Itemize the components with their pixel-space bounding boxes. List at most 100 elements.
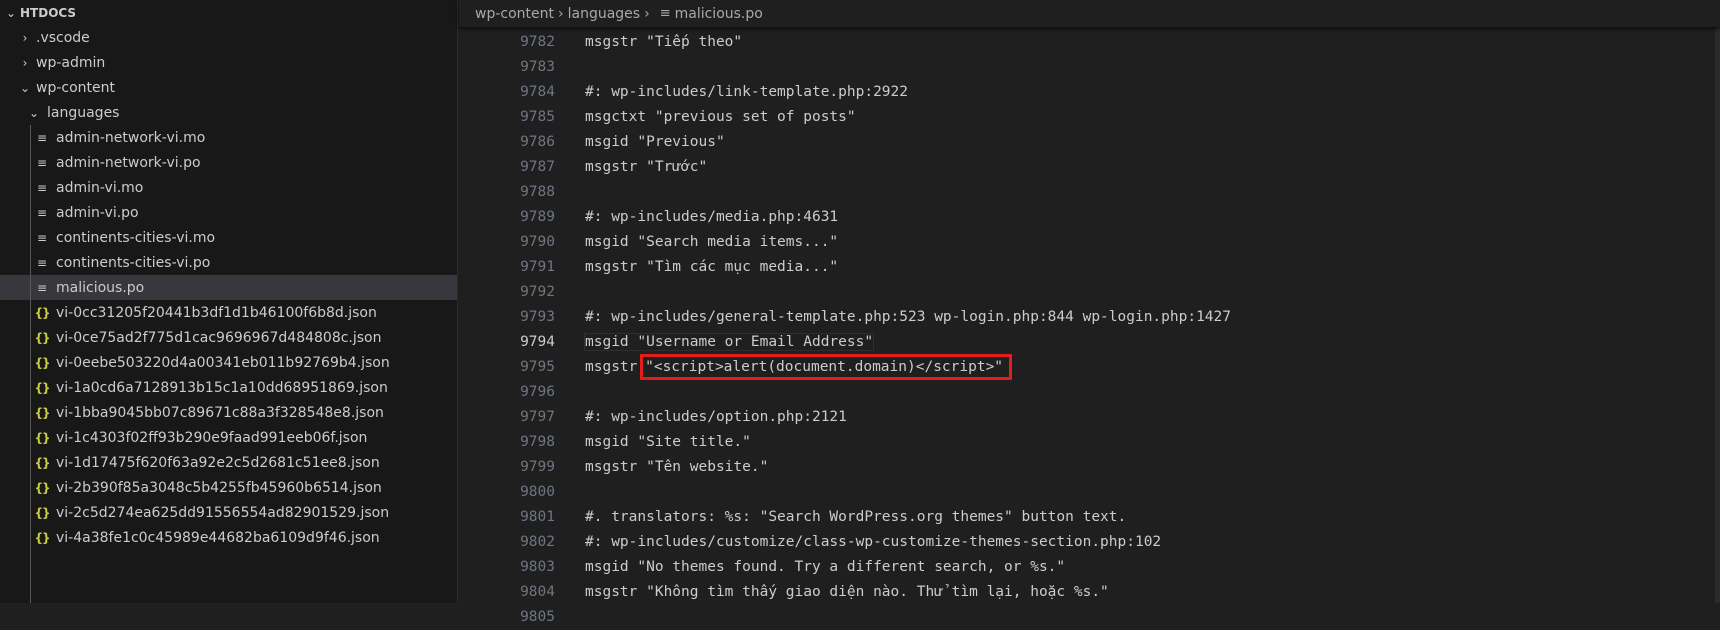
line-text: msgstr "Không tìm thấy giao diện nào. Th… [585,584,1109,600]
file-item[interactable]: {} vi-0eebe503220d4a00341eb011b92769b4.js… [0,350,457,375]
explorer-sidebar: ⌄ HTDOCS › .vscode › wp-admin ⌄ wp-conte… [0,0,458,603]
code-line: 9797 #: wp-includes/option.php:2121 [459,405,1715,430]
file-label: vi-0cc31205f20441b3df1d1b46100f6b8d.json [56,304,377,321]
file-item[interactable]: {} vi-1bba9045bb07c89671c88a3f328548e8.js… [0,400,457,425]
code-text: msgstr "Tên website." [585,459,769,475]
json-icon: {} [34,330,50,345]
editor-scrollbar[interactable] [1715,27,1720,603]
code-line: 9805 [459,605,1715,630]
code-line: 9789 #: wp-includes/media.php:4631 [459,205,1715,230]
line-number: 9793 [520,309,555,325]
line-number: 9805 [520,609,555,625]
line-text: #. translators: %s: "Search WordPress.or… [585,509,1126,525]
lines-icon: ≡ [36,230,48,245]
code-text: #: wp-includes/media.php:4631 [585,209,839,225]
code-text: msgid "Username or Email Address" [585,334,874,350]
code-editor[interactable]: 9782 msgstr "Tiếp theo" 9783 9784 #: wp-incl… [459,30,1715,625]
code-line: 9794 msgid "Username or Email Address" [459,330,1715,355]
highlighted-payload: "<script>alert(document.domain)</script>… [640,354,1013,380]
code-line: 9803 msgid "No themes found. Try a differ… [459,555,1715,580]
folder-wp-content[interactable]: ⌄ wp-content [0,75,457,100]
breadcrumb-item[interactable]: malicious.po [675,6,763,22]
breadcrumb: wp-content › languages › ≡ malicious.po [459,0,1720,27]
line-text: msgid "Username or Email Address" [583,333,875,351]
file-label: vi-2c5d274ea625dd91556554ad82901529.json [56,504,390,521]
root-label: HTDOCS [20,5,77,20]
code-line: 9787 msgstr "Trước" [459,155,1715,180]
file-item[interactable]: ≡ continents-cities-vi.mo [0,225,457,250]
code-line: 9799 msgstr "Tên website." [459,455,1715,480]
code-line: 9802 #: wp-includes/customize/class-wp-cu… [459,530,1715,555]
file-item[interactable]: ≡ admin-vi.po [0,200,457,225]
file-label: continents-cities-vi.mo [56,229,216,246]
breadcrumb-item[interactable]: languages [568,6,640,22]
line-number: 9787 [520,159,555,175]
folder-label: .vscode [36,29,90,46]
file-label: admin-vi.po [56,204,139,221]
folder-label: wp-admin [36,54,106,71]
file-item[interactable]: {} vi-2c5d274ea625dd91556554ad82901529.js… [0,500,457,525]
lines-icon: ≡ [36,130,48,145]
line-number: 9797 [520,409,555,425]
line-text: msgid "Site title." [585,434,751,450]
file-item[interactable]: {} vi-1c4303f02ff93b290e9faad991eeb06f.js… [0,425,457,450]
code-text: msgid "Site title." [585,434,751,450]
code-text: #. translators: %s: "Search WordPress.or… [585,509,1127,525]
file-label: vi-1d17475f620f63a92e2c5d2681c51ee8.json [56,454,380,471]
code-line: 9782 msgstr "Tiếp theo" [459,30,1715,55]
file-item[interactable]: {} vi-1a0cd6a7128913b15c1a10dd68951869.js… [0,375,457,400]
line-text: #: wp-includes/media.php:4631 [585,209,838,225]
json-icon: {} [34,480,50,495]
code-line: 9800 [459,480,1715,505]
code-text: #: wp-includes/option.php:2121 [585,409,847,425]
json-icon: {} [34,530,50,545]
chevron-right-icon: › [22,55,28,70]
file-label: admin-vi.mo [56,179,144,196]
line-text: msgid "Search media items..." [585,234,838,250]
chevron-down-icon: ⌄ [19,80,31,95]
json-icon: {} [34,430,50,445]
explorer-root-header[interactable]: ⌄ HTDOCS [0,0,457,25]
line-number: 9795 [520,359,555,375]
file-label: vi-0eebe503220d4a00341eb011b92769b4.json [56,354,390,371]
file-item[interactable]: {} vi-0ce75ad2f775d1cac9696967d484808c.js… [0,325,457,350]
folder-label: wp-content [36,79,115,96]
file-label: vi-1c4303f02ff93b290e9faad991eeb06f.json [56,429,368,446]
code-line: 9804 msgstr "Không tìm thấy giao diện nào… [459,580,1715,605]
file-item[interactable]: ≡ admin-vi.mo [0,175,457,200]
line-number: 9804 [520,584,555,600]
line-number: 9796 [520,384,555,400]
file-item[interactable]: {} vi-1d17475f620f63a92e2c5d2681c51ee8.js… [0,450,457,475]
file-item[interactable]: ≡ continents-cities-vi.po [0,250,457,275]
file-label: vi-0ce75ad2f775d1cac9696967d484808c.json [56,329,382,346]
file-item[interactable]: ≡ admin-network-vi.po [0,150,457,175]
folder-wp-admin[interactable]: › wp-admin [0,50,457,75]
line-number: 9794 [520,334,555,350]
line-number: 9801 [520,509,555,525]
code-text: msgid "Search media items..." [585,234,839,250]
line-number: 9786 [520,134,555,150]
file-item[interactable]: {} vi-4a38fe1c0c45989e44682ba6109d9f46.js… [0,525,457,550]
file-item[interactable]: {} vi-0cc31205f20441b3df1d1b46100f6b8d.js… [0,300,457,325]
folder-label: languages [47,104,120,121]
line-number: 9792 [520,284,555,300]
file-item[interactable]: ≡ malicious.po [0,275,457,300]
line-text: msgid "No themes found. Try a different … [585,559,1065,575]
code-line: 9783 [459,55,1715,80]
chevron-down-icon: ⌄ [28,105,40,120]
code-line: 9795 msgstr "<script>alert(document.domai… [459,354,1715,380]
line-number: 9782 [520,34,555,50]
lines-icon: ≡ [36,255,48,270]
file-item[interactable]: ≡ admin-network-vi.mo [0,125,457,150]
breadcrumb-item[interactable]: wp-content [475,6,554,22]
file-item[interactable]: {} vi-2b390f85a3048c5b4255fb45960b6514.js… [0,475,457,500]
code-line: 9785 msgctxt "previous set of posts" [459,105,1715,130]
folder-vscode[interactable]: › .vscode [0,25,457,50]
line-number: 9789 [520,209,555,225]
lines-icon: ≡ [36,280,48,295]
line-text: msgid "Previous" [585,134,725,150]
line-text: #: wp-includes/link-template.php:2922 [585,84,908,100]
line-text: msgstr "Tiếp theo" [585,34,742,50]
folder-languages[interactable]: ⌄ languages [0,100,457,125]
indent-guide [30,125,31,603]
